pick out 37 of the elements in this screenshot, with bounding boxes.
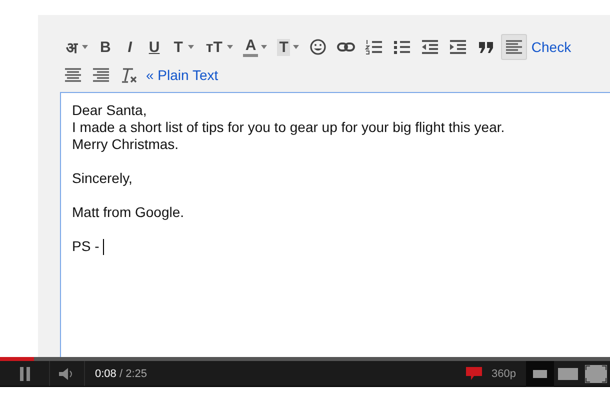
quality-button[interactable]: 360p xyxy=(482,368,526,380)
glyph-button[interactable]: अ xyxy=(60,34,92,60)
outdent-icon xyxy=(421,39,440,55)
bulleted-list-icon xyxy=(393,39,412,55)
underline-button[interactable]: U xyxy=(142,34,166,60)
align-left-icon xyxy=(505,39,524,55)
highlight-button[interactable]: T xyxy=(273,34,304,60)
small-player-icon xyxy=(533,370,547,378)
align-left-button[interactable] xyxy=(501,34,528,60)
align-right-icon xyxy=(92,67,110,83)
player-size-button[interactable] xyxy=(526,360,554,386)
fullscreen-icon xyxy=(585,364,607,382)
large-player-icon xyxy=(558,368,578,380)
italic-button[interactable]: I xyxy=(118,34,141,60)
message-text: Sincerely, xyxy=(72,170,134,187)
message-editor[interactable]: Dear Santa, I made a short list of tips for you to gear up for your big flight this year. Merry Christmas. Sincerely, Matt from Google. PS - xyxy=(60,92,610,357)
plain-text-link[interactable]: Check xyxy=(529,39,574,55)
volume-icon[interactable] xyxy=(59,368,75,380)
message-text: Matt from Google. xyxy=(72,204,186,221)
time-display: 0:08 / 2:25 xyxy=(94,368,147,380)
glyph-button[interactable]: тT xyxy=(200,34,238,60)
bold-button[interactable]: B xyxy=(94,34,117,60)
message-text: I made a short list of tips for you to gear up for your big flight this year. xyxy=(72,119,506,136)
pause-button[interactable] xyxy=(18,366,30,380)
numbered-list-icon xyxy=(365,39,384,55)
plain-text-link[interactable]: « Plain Text xyxy=(144,67,220,83)
captions-icon[interactable] xyxy=(466,367,482,380)
align-center-icon xyxy=(64,67,82,83)
message-text: Dear Santa, xyxy=(72,102,148,119)
color-button[interactable]: A xyxy=(239,34,272,60)
quote-icon xyxy=(477,39,496,55)
indent-icon xyxy=(449,39,468,55)
glyph-button[interactable]: T xyxy=(168,34,198,60)
message-text: Merry Christmas. xyxy=(72,136,180,153)
message-text: PS - xyxy=(72,238,599,255)
clear-formatting-icon xyxy=(120,67,138,83)
emoji-icon xyxy=(309,39,328,55)
